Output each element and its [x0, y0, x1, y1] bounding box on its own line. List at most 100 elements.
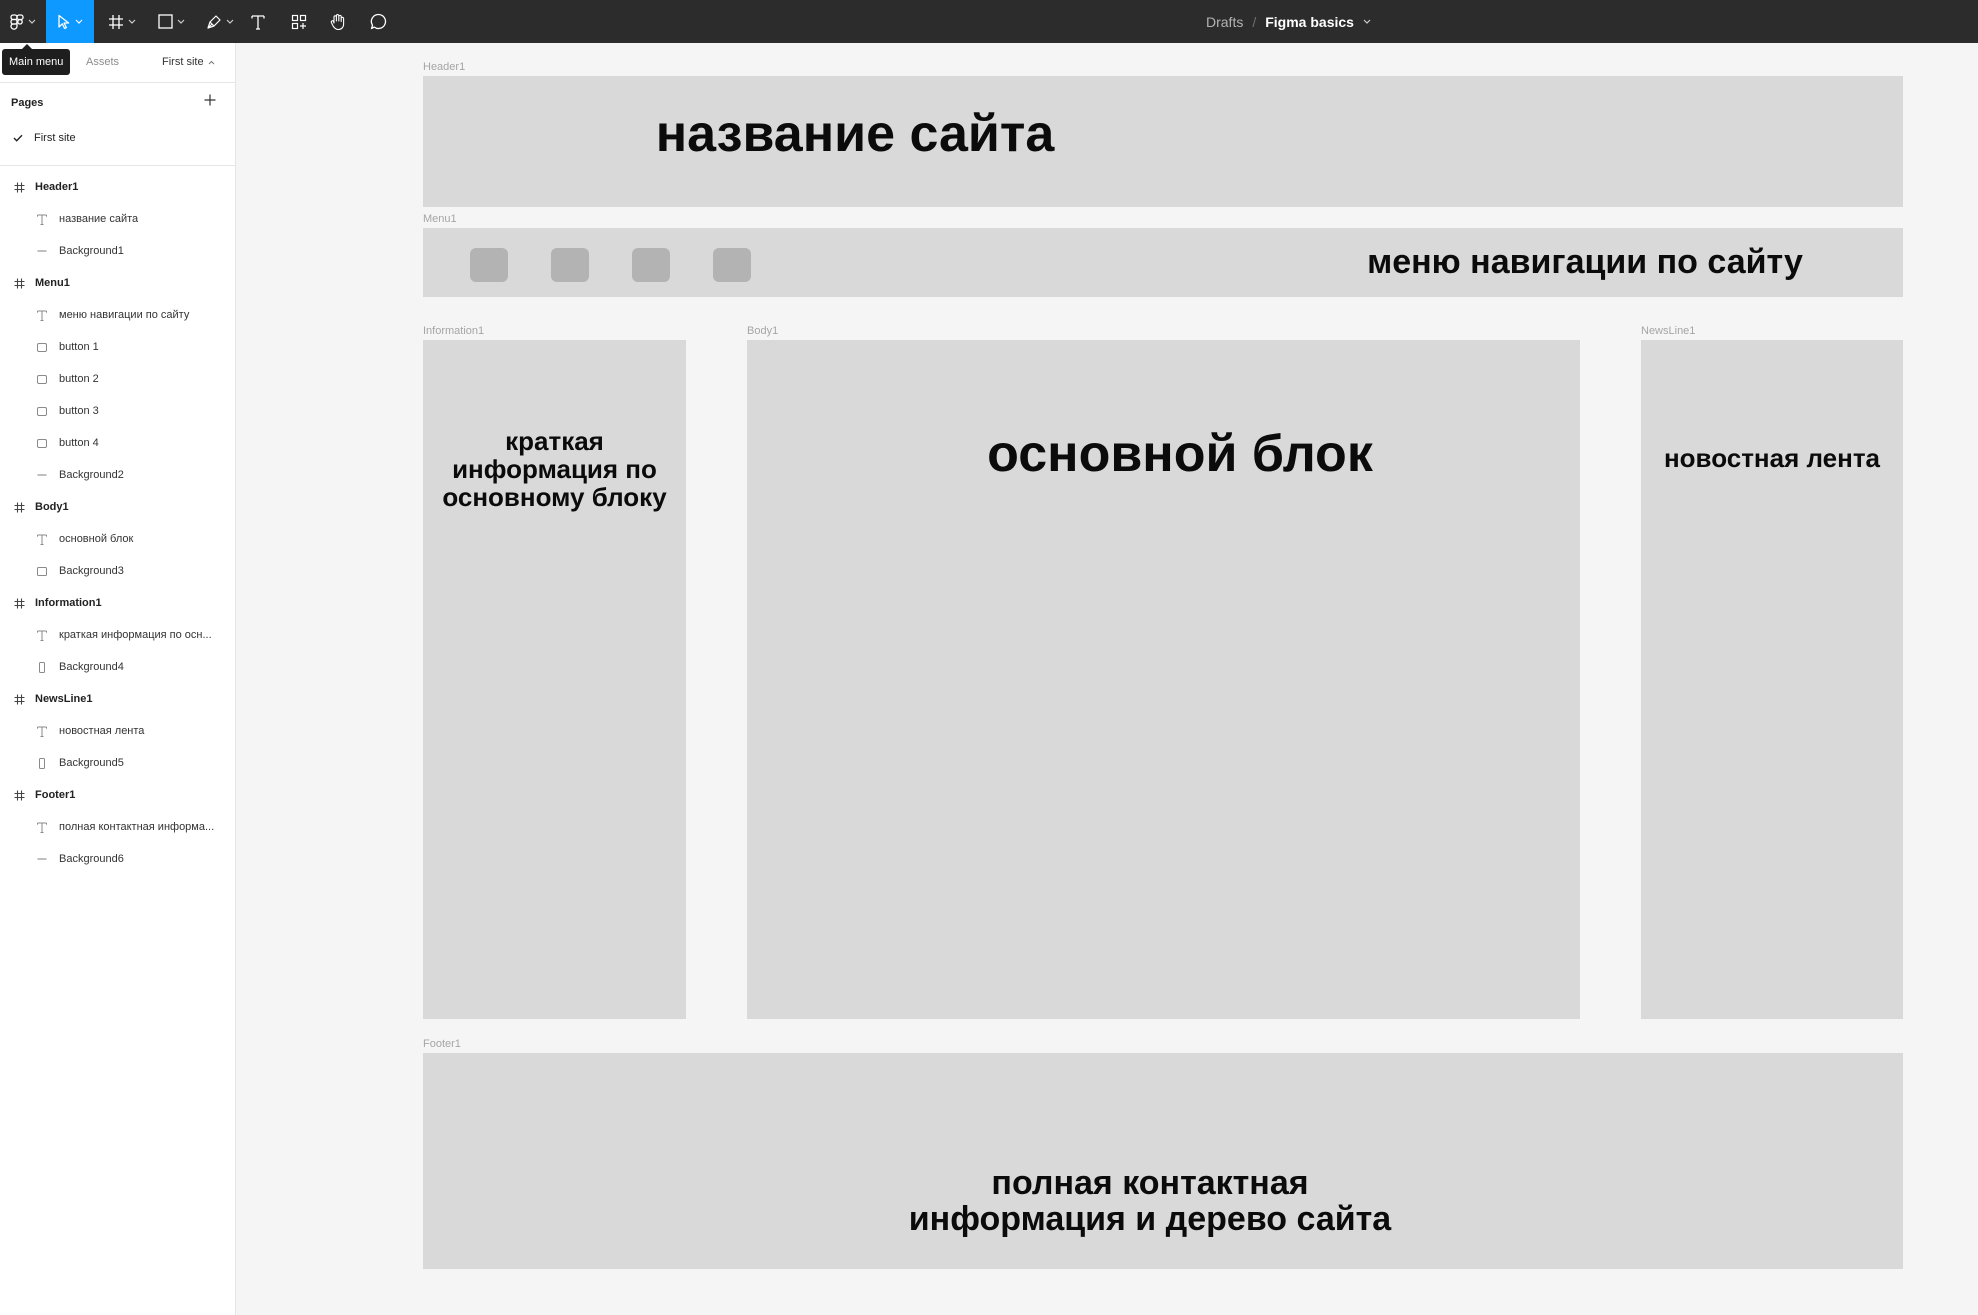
resources-tool[interactable] [287, 0, 311, 43]
page-selector[interactable]: First site [162, 56, 215, 68]
layers-list: Header1 название сайта Background1 Menu1… [0, 171, 235, 875]
layer-button-1[interactable]: button 1 [0, 331, 235, 363]
cursor-arrow-icon [58, 14, 70, 29]
comment-bubble-icon [370, 13, 386, 30]
layer-label: полная контактная информа... [59, 821, 215, 833]
layer-label: button 2 [59, 373, 99, 385]
checkmark-icon [13, 134, 23, 142]
chevron-down-icon [128, 19, 136, 24]
figma-logo-icon [10, 13, 24, 30]
layer-label: Background5 [59, 757, 124, 769]
frame-label-menu1[interactable]: Menu1 [423, 213, 457, 225]
nav-button-2[interactable] [551, 248, 589, 282]
layer-background1[interactable]: Background1 [0, 235, 235, 267]
add-page-button[interactable] [202, 92, 218, 108]
layer-footer1[interactable]: Footer1 [0, 779, 235, 811]
layer-news-text[interactable]: новостная лента [0, 715, 235, 747]
layer-site-name-text[interactable]: название сайта [0, 203, 235, 235]
frame-label-information1[interactable]: Information1 [423, 325, 484, 337]
layer-menu-text[interactable]: меню навигации по сайту [0, 299, 235, 331]
tall-rectangle-icon [35, 660, 49, 674]
main-block-text[interactable]: основной блок [940, 426, 1420, 482]
layer-header1[interactable]: Header1 [0, 171, 235, 203]
layer-label: Background1 [59, 245, 124, 257]
frame-hash-icon [12, 596, 26, 610]
layer-button-2[interactable]: button 2 [0, 363, 235, 395]
site-name-text[interactable]: название сайта [600, 106, 1110, 162]
frame-hash-icon [12, 500, 26, 514]
main-menu-button[interactable] [0, 0, 46, 43]
layer-button-3[interactable]: button 3 [0, 395, 235, 427]
layer-newsline1[interactable]: NewsLine1 [0, 683, 235, 715]
information-text[interactable]: краткая информация по основному блоку [433, 427, 676, 511]
chevron-down-icon [75, 19, 83, 24]
layer-label: Information1 [35, 597, 102, 609]
frame-label-footer1[interactable]: Footer1 [423, 1038, 461, 1050]
file-name-button[interactable]: Figma basics [1265, 14, 1354, 30]
pen-icon [207, 14, 221, 29]
footer-text-line-2: информация и дерево сайта [908, 1199, 1392, 1238]
frame-label-newsline1[interactable]: NewsLine1 [1641, 325, 1695, 337]
main-menu-tooltip: Main menu [2, 44, 71, 75]
layer-background2[interactable]: Background2 [0, 459, 235, 491]
line-icon [35, 244, 49, 258]
frame-label-body1[interactable]: Body1 [747, 325, 778, 337]
text-t-icon [35, 628, 49, 642]
layer-button-4[interactable]: button 4 [0, 427, 235, 459]
rectangle-icon [35, 372, 49, 386]
pen-tool[interactable] [199, 0, 241, 43]
line-icon [35, 468, 49, 482]
pages-divider [0, 165, 235, 166]
page-item-first-site[interactable]: First site [0, 126, 235, 150]
footer-text[interactable]: полная контактная информация и дерево са… [850, 1165, 1450, 1238]
plus-icon [204, 94, 216, 106]
frame-tool[interactable] [101, 0, 143, 43]
comment-tool[interactable] [366, 0, 390, 43]
nav-button-4[interactable] [713, 248, 751, 282]
top-toolbar: Drafts / Figma basics [0, 0, 1978, 43]
rectangle-icon [35, 436, 49, 450]
nav-button-3[interactable] [632, 248, 670, 282]
line-icon [35, 852, 49, 866]
move-tool[interactable] [46, 0, 94, 43]
layer-background6[interactable]: Background6 [0, 843, 235, 875]
layer-information1[interactable]: Information1 [0, 587, 235, 619]
layer-label: Background6 [59, 853, 124, 865]
tab-assets[interactable]: Assets [86, 56, 119, 68]
layer-background5[interactable]: Background5 [0, 747, 235, 779]
newsline-frame[interactable] [1641, 340, 1903, 1019]
layer-label: button 1 [59, 341, 99, 353]
left-sidebar: Main menu Assets First site Pages First … [0, 43, 236, 1315]
frame-hash-icon [12, 276, 26, 290]
shape-tool[interactable] [150, 0, 192, 43]
nav-button-1[interactable] [470, 248, 508, 282]
breadcrumb-drafts-link[interactable]: Drafts [1206, 14, 1243, 30]
layer-footer-text[interactable]: полная контактная информа... [0, 811, 235, 843]
rectangle-icon [35, 340, 49, 354]
text-t-icon [35, 308, 49, 322]
layer-menu1[interactable]: Menu1 [0, 267, 235, 299]
menu-text[interactable]: меню навигации по сайту [1350, 244, 1820, 281]
layer-label: название сайта [59, 213, 139, 225]
page-item-label: First site [34, 132, 76, 144]
layer-label: Header1 [35, 181, 79, 193]
newsline-text[interactable]: новостная лента [1651, 444, 1893, 472]
layer-background3[interactable]: Background3 [0, 555, 235, 587]
text-t-icon [35, 212, 49, 226]
page-selector-label: First site [162, 56, 204, 68]
layer-label: Menu1 [35, 277, 70, 289]
breadcrumb-separator: / [1252, 13, 1257, 30]
layer-info-text[interactable]: краткая информация по осн... [0, 619, 235, 651]
chevron-down-icon[interactable] [1363, 19, 1371, 24]
layer-body1[interactable]: Body1 [0, 491, 235, 523]
layer-label: Background4 [59, 661, 124, 673]
tall-rectangle-icon [35, 756, 49, 770]
layer-label: Background2 [59, 469, 124, 481]
hand-tool[interactable] [326, 0, 350, 43]
layer-label: NewsLine1 [35, 693, 93, 705]
rectangle-icon [157, 14, 173, 29]
layer-main-block-text[interactable]: основной блок [0, 523, 235, 555]
frame-label-header1[interactable]: Header1 [423, 61, 465, 73]
text-tool[interactable] [246, 0, 270, 43]
layer-background4[interactable]: Background4 [0, 651, 235, 683]
